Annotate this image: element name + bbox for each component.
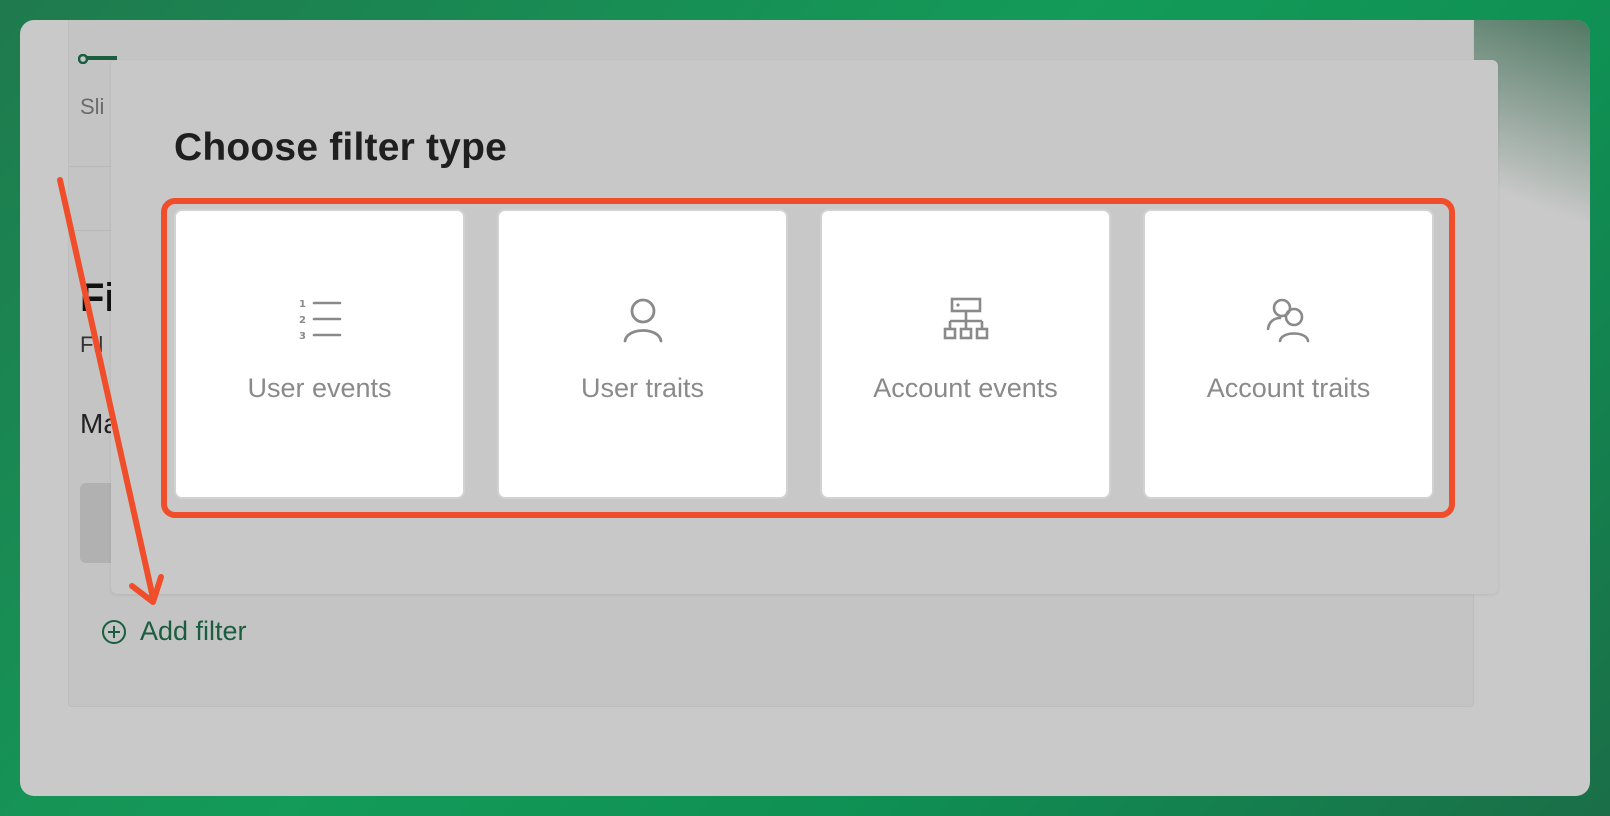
user-events-option[interactable]: 1 2 3 User events bbox=[174, 209, 465, 499]
org-hierarchy-icon bbox=[943, 297, 988, 340]
svg-text:2: 2 bbox=[299, 315, 306, 326]
numbered-list-icon: 1 2 3 bbox=[299, 299, 341, 342]
option-label: User events bbox=[247, 373, 392, 403]
svg-text:1: 1 bbox=[299, 299, 306, 310]
background-description: Fil bbox=[80, 332, 104, 357]
svg-text:3: 3 bbox=[299, 331, 306, 342]
users-group-icon bbox=[1266, 298, 1309, 343]
screenshot-frame: Sli Fi Fil Ma Add filter Choose filter t… bbox=[20, 20, 1590, 796]
add-filter-button[interactable]: Add filter bbox=[102, 616, 247, 647]
add-filter-label: Add filter bbox=[140, 616, 247, 646]
option-label: User traits bbox=[580, 373, 705, 403]
option-label: Account events bbox=[873, 373, 1058, 403]
user-icon bbox=[623, 298, 662, 343]
option-label: Account traits bbox=[1206, 373, 1371, 403]
plus-circle-icon bbox=[102, 619, 126, 644]
filter-type-modal: Choose filter type 1 2 3 User events Use… bbox=[111, 60, 1498, 594]
background-subtitle: Sli bbox=[80, 94, 105, 119]
account-traits-option[interactable]: Account traits bbox=[1143, 209, 1434, 499]
user-traits-option[interactable]: User traits bbox=[497, 209, 788, 499]
account-events-option[interactable]: Account events bbox=[820, 209, 1111, 499]
filter-type-options: 1 2 3 User events User traits Account ev… bbox=[174, 209, 1434, 499]
modal-title: Choose filter type bbox=[174, 126, 507, 169]
